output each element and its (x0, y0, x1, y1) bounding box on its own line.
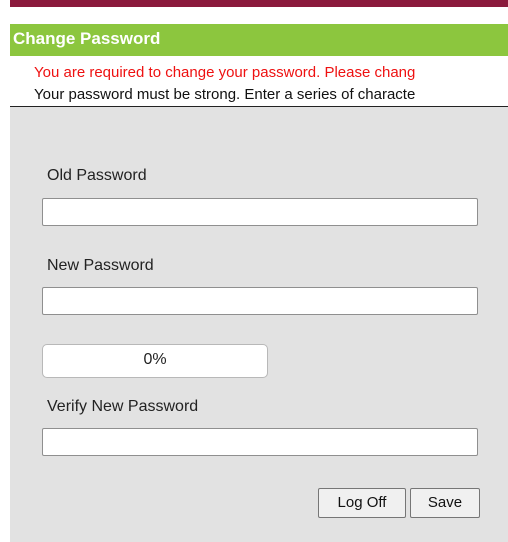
old-password-field[interactable] (42, 198, 478, 226)
page-title: Change Password (13, 29, 161, 48)
required-change-message: You are required to change your password… (34, 64, 416, 81)
save-button[interactable]: Save (410, 488, 480, 518)
verify-password-label: Verify New Password (47, 398, 199, 415)
new-password-label: New Password (47, 257, 154, 274)
old-password-label: Old Password (47, 167, 147, 184)
title-bar: Change Password (10, 24, 508, 56)
strength-meter-text: 0% (143, 351, 167, 368)
verify-password-field[interactable] (42, 428, 478, 456)
password-strength-meter: 0% (42, 344, 268, 378)
password-strength-hint: Your password must be strong. Enter a se… (34, 86, 416, 103)
top-accent-band (10, 0, 508, 7)
new-password-field[interactable] (42, 287, 478, 315)
log-off-button[interactable]: Log Off (318, 488, 406, 518)
